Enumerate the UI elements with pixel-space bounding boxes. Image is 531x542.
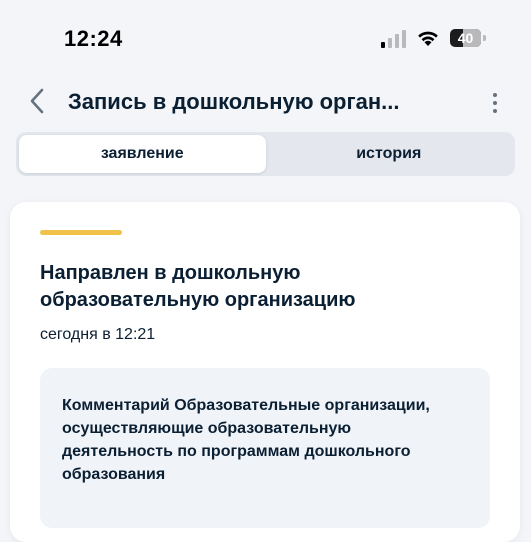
chevron-left-icon <box>29 88 45 119</box>
tab-application[interactable]: заявление <box>19 135 266 173</box>
tab-history[interactable]: история <box>266 135 513 173</box>
page-title: Запись в дошкольную орган... <box>68 89 400 114</box>
wifi-icon <box>416 28 440 48</box>
tab-bar: заявление история <box>16 132 515 176</box>
signal-icon <box>380 30 408 48</box>
header: Запись в дошкольную орган... <box>0 78 531 128</box>
status-time: 12:24 <box>64 26 123 51</box>
status-bar: 12:24 40 <box>0 0 531 70</box>
more-button[interactable] <box>482 86 508 120</box>
comment-text: Комментарий Образовательные организации,… <box>62 397 430 483</box>
status-title: Направлен в дошкольную образовательную о… <box>40 262 356 311</box>
more-vertical-icon <box>493 93 497 97</box>
back-button[interactable] <box>20 86 54 120</box>
status-date: сегодня в 12:21 <box>40 326 156 343</box>
comment-box: Комментарий Образовательные организации,… <box>40 368 490 528</box>
battery-icon: 40 <box>450 29 486 47</box>
status-accent-bar <box>40 230 122 235</box>
status-card: Направлен в дошкольную образовательную о… <box>10 202 520 542</box>
battery-level: 40 <box>450 29 481 47</box>
